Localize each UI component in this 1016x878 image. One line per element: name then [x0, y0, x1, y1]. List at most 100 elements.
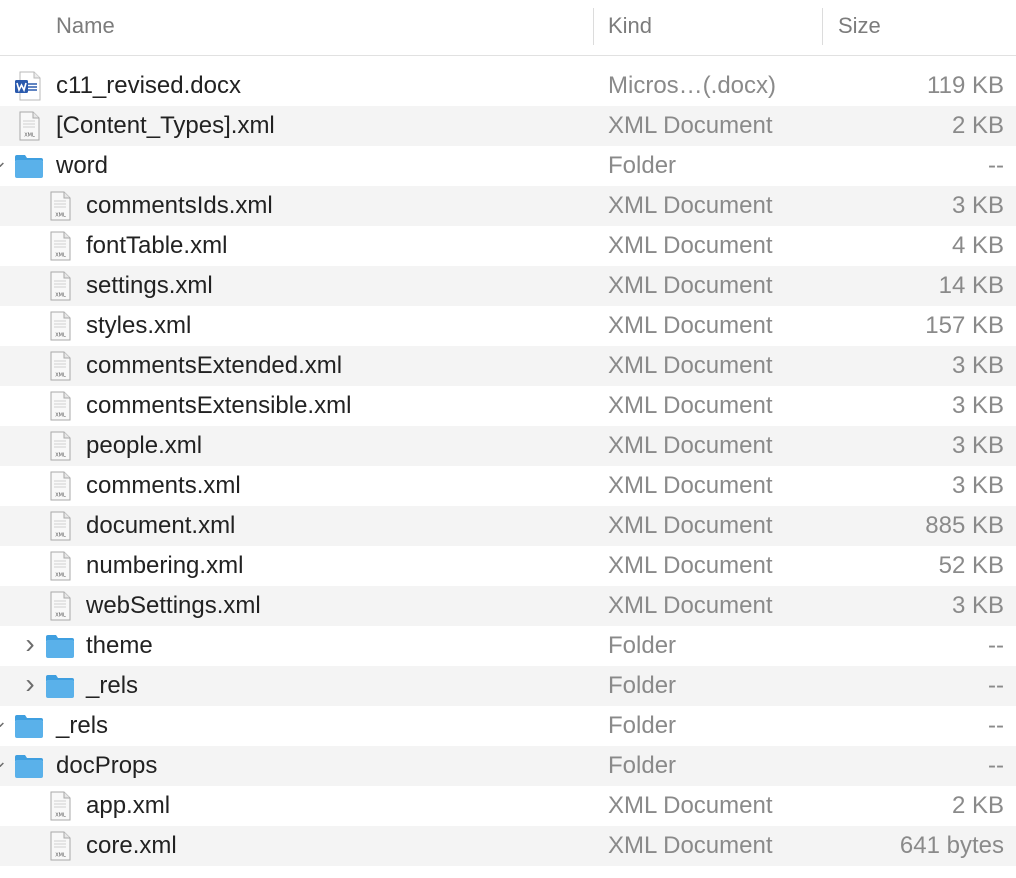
file-row[interactable]: XML core.xml XML Document 641 bytes: [0, 826, 1016, 866]
disclosure-collapsed-icon[interactable]: ›: [22, 666, 38, 706]
file-kind: Micros…(.docx): [608, 72, 777, 99]
file-row[interactable]: XML people.xml XML Document 3 KB: [0, 426, 1016, 466]
disclosure-expanded-icon[interactable]: ⌄: [0, 706, 8, 746]
file-size: 119 KB: [927, 72, 1004, 99]
svg-text:XML: XML: [55, 413, 66, 419]
file-row[interactable]: XML commentsExtensible.xml XML Document 3 K…: [0, 386, 1016, 426]
file-row[interactable]: ⌄ word Folder --: [0, 146, 1016, 186]
file-name: numbering.xml: [86, 552, 244, 579]
file-size: 641 bytes: [899, 832, 1004, 859]
file-name: theme: [86, 632, 153, 659]
file-row[interactable]: XML commentsExtended.xml XML Document 3 KB: [0, 346, 1016, 386]
column-header-size[interactable]: Size: [838, 13, 881, 39]
file-row[interactable]: XML document.xml XML Document 885 KB: [0, 506, 1016, 546]
file-size: 157 KB: [925, 312, 1004, 339]
file-row[interactable]: XML numbering.xml XML Document 52 KB: [0, 546, 1016, 586]
svg-text:XML: XML: [55, 853, 66, 859]
file-kind: XML Document: [608, 112, 773, 139]
file-name: core.xml: [86, 832, 177, 859]
svg-text:XML: XML: [55, 293, 66, 299]
file-name: commentsExtended.xml: [86, 352, 343, 379]
file-list: c11_revised.docx Micros…(.docx) 119 KB XML […: [0, 66, 1016, 866]
file-size: 3 KB: [951, 392, 1004, 419]
word-doc-icon: [14, 71, 44, 101]
file-row[interactable]: › _rels Folder --: [0, 666, 1016, 706]
file-name: people.xml: [86, 432, 203, 459]
file-size: 2 KB: [951, 792, 1004, 819]
file-row[interactable]: XML fontTable.xml XML Document 4 KB: [0, 226, 1016, 266]
file-size: 3 KB: [951, 352, 1004, 379]
xml-file-icon: XML: [45, 191, 75, 221]
xml-file-icon: XML: [45, 791, 75, 821]
file-kind: XML Document: [608, 392, 773, 419]
folder-icon: [14, 151, 44, 181]
disclosure-expanded-icon[interactable]: ⌄: [0, 746, 8, 786]
xml-file-icon: XML: [45, 311, 75, 341]
file-row[interactable]: XML commentsIds.xml XML Document 3 KB: [0, 186, 1016, 226]
folder-icon: [14, 711, 44, 741]
file-size: --: [988, 752, 1004, 779]
file-size: 52 KB: [938, 552, 1004, 579]
xml-file-icon: XML: [45, 431, 75, 461]
file-name: app.xml: [86, 792, 171, 819]
column-header-kind[interactable]: Kind: [608, 13, 652, 39]
xml-file-icon: XML: [45, 591, 75, 621]
column-divider[interactable]: [822, 8, 823, 45]
xml-file-icon: XML: [45, 471, 75, 501]
xml-file-icon: XML: [45, 271, 75, 301]
column-divider[interactable]: [593, 8, 594, 45]
file-row[interactable]: XML styles.xml XML Document 157 KB: [0, 306, 1016, 346]
file-kind: XML Document: [608, 792, 773, 819]
file-size: --: [988, 672, 1004, 699]
file-size: 885 KB: [925, 512, 1004, 539]
xml-file-icon: XML: [45, 551, 75, 581]
file-name: styles.xml: [86, 312, 192, 339]
svg-text:XML: XML: [24, 133, 35, 139]
file-row[interactable]: XML [Content_Types].xml XML Document 2 KB: [0, 106, 1016, 146]
disclosure-expanded-icon[interactable]: ⌄: [0, 146, 8, 186]
svg-text:XML: XML: [55, 373, 66, 379]
xml-file-icon: XML: [45, 391, 75, 421]
folder-icon: [45, 671, 75, 701]
file-kind: XML Document: [608, 832, 773, 859]
file-row[interactable]: c11_revised.docx Micros…(.docx) 119 KB: [0, 66, 1016, 106]
file-size: 2 KB: [951, 112, 1004, 139]
file-size: 3 KB: [951, 192, 1004, 219]
file-kind: XML Document: [608, 472, 773, 499]
file-row[interactable]: XML app.xml XML Document 2 KB: [0, 786, 1016, 826]
svg-text:XML: XML: [55, 813, 66, 819]
file-kind: XML Document: [608, 432, 773, 459]
disclosure-collapsed-icon[interactable]: ›: [22, 626, 38, 666]
file-size: 14 KB: [938, 272, 1004, 299]
file-name: docProps: [56, 752, 158, 779]
file-size: 3 KB: [951, 472, 1004, 499]
svg-text:XML: XML: [55, 613, 66, 619]
file-row[interactable]: › theme Folder --: [0, 626, 1016, 666]
svg-text:XML: XML: [55, 573, 66, 579]
file-name: _rels: [56, 712, 109, 739]
file-name: document.xml: [86, 512, 236, 539]
file-row[interactable]: XML settings.xml XML Document 14 KB: [0, 266, 1016, 306]
file-row[interactable]: XML webSettings.xml XML Document 3 KB: [0, 586, 1016, 626]
svg-text:XML: XML: [55, 533, 66, 539]
folder-icon: [14, 751, 44, 781]
file-name: _rels: [86, 672, 139, 699]
file-kind: Folder: [608, 152, 677, 179]
svg-text:XML: XML: [55, 493, 66, 499]
file-row[interactable]: ⌄ _rels Folder --: [0, 706, 1016, 746]
file-name: word: [56, 152, 109, 179]
file-kind: Folder: [608, 632, 677, 659]
file-size: 3 KB: [951, 432, 1004, 459]
file-size: 3 KB: [951, 592, 1004, 619]
file-size: --: [988, 632, 1004, 659]
column-header-bar: Name Kind Size: [0, 0, 1016, 56]
column-header-name[interactable]: Name: [56, 13, 115, 39]
file-row[interactable]: ⌄ docProps Folder --: [0, 746, 1016, 786]
xml-file-icon: XML: [45, 231, 75, 261]
file-name: fontTable.xml: [86, 232, 228, 259]
file-kind: XML Document: [608, 512, 773, 539]
file-kind: Folder: [608, 712, 677, 739]
file-row[interactable]: XML comments.xml XML Document 3 KB: [0, 466, 1016, 506]
file-name: c11_revised.docx: [56, 72, 241, 99]
file-name: webSettings.xml: [86, 592, 261, 619]
